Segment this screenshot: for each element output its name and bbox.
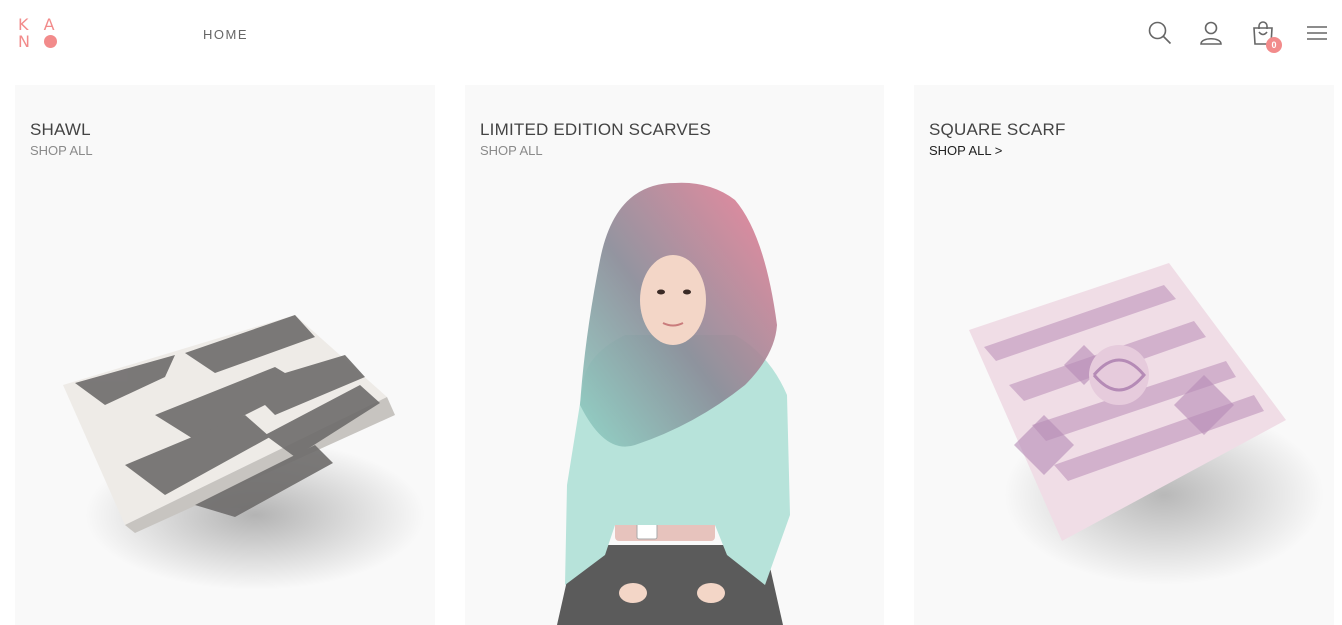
cart-count-badge: 0 bbox=[1266, 37, 1282, 53]
square-scarf-product-image bbox=[969, 263, 1324, 585]
menu-icon[interactable] bbox=[1304, 20, 1330, 46]
category-card-shawl[interactable]: SHAWL SHOP ALL bbox=[15, 85, 435, 625]
card-title: LIMITED EDITION SCARVES bbox=[480, 120, 711, 139]
category-card-limited-edition-scarves[interactable]: LIMITED EDITION SCARVES SHOP ALL bbox=[465, 85, 884, 625]
search-icon[interactable] bbox=[1147, 20, 1173, 46]
category-card-square-scarf[interactable]: SQUARE SCARF SHOP ALL > bbox=[914, 85, 1334, 625]
shawl-product-image bbox=[63, 315, 425, 590]
shop-all-link[interactable]: SHOP ALL bbox=[480, 143, 543, 158]
model-hijab-image bbox=[557, 182, 790, 625]
nav-home-link[interactable]: HOME bbox=[203, 27, 248, 42]
card-title: SHAWL bbox=[30, 120, 91, 139]
shop-all-link[interactable]: SHOP ALL > bbox=[929, 143, 1002, 158]
card-title: SQUARE SCARF bbox=[929, 120, 1066, 139]
logo-line-2: N bbox=[18, 32, 35, 51]
user-icon[interactable] bbox=[1198, 20, 1224, 46]
site-header: K A N HOME 0 bbox=[0, 0, 1342, 70]
shop-all-link[interactable]: SHOP ALL bbox=[30, 143, 93, 158]
logo-dot-icon bbox=[44, 35, 58, 48]
brand-logo[interactable]: K A N bbox=[18, 17, 58, 53]
